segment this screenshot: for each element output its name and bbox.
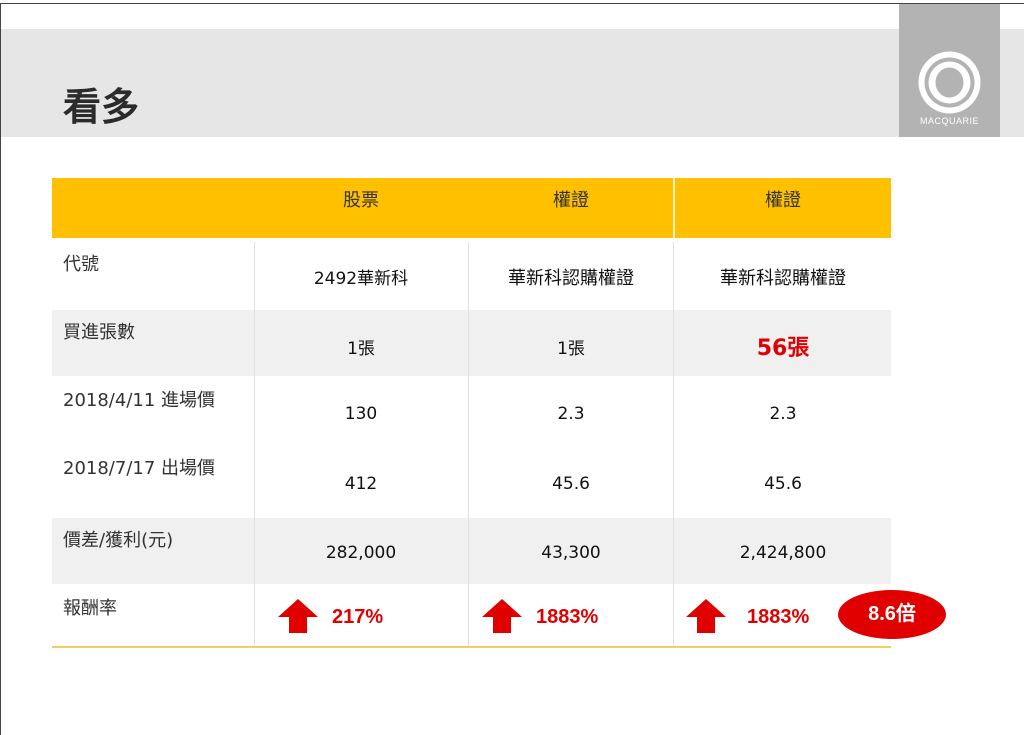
- header-warrant-1: 權證: [553, 190, 589, 211]
- macquarie-logo: MACQUARIE: [899, 4, 1000, 137]
- cell-value: 2.3: [557, 404, 585, 424]
- cell-value: 2492華新科: [313, 269, 409, 289]
- return-value: 217%: [332, 606, 384, 628]
- cell-value: 130: [344, 404, 378, 424]
- cell-value: 43,300: [541, 543, 601, 563]
- table-header-row: 股票 權證 權證: [52, 178, 891, 238]
- cell-value: 282,000: [325, 543, 397, 563]
- cell-value: 1張: [557, 339, 585, 359]
- row-label-code: 代號: [63, 254, 99, 275]
- table-row: 代號 2492華新科 華新科認購權證 華新科認購權證: [52, 242, 891, 308]
- header-band: [1, 29, 1024, 137]
- row-label-quantity: 買進張數: [63, 322, 135, 343]
- page-title: 看多: [63, 85, 140, 129]
- cell-value: 華新科認購權證: [720, 268, 846, 289]
- cell-value: 2,424,800: [739, 543, 827, 563]
- row-label-return: 報酬率: [63, 598, 117, 619]
- return-value: 1883%: [747, 606, 810, 628]
- multiplier-badge: 8.6倍: [838, 590, 946, 639]
- return-value: 1883%: [536, 606, 599, 628]
- header-stock: 股票: [343, 190, 379, 211]
- cell-value: 2.3: [769, 404, 797, 424]
- table-bottom-border: [52, 646, 891, 648]
- cell-value: 412: [344, 474, 378, 494]
- macquarie-ring-logo-icon: [918, 51, 981, 114]
- table-row: 買進張數 1張 1張 56張: [52, 310, 891, 376]
- cell-value: 華新科認購權證: [508, 268, 634, 289]
- column-divider: [468, 242, 469, 646]
- red-up-arrow-icon: [686, 599, 726, 633]
- table-row: 2018/4/11 進場價 130 2.3 2.3: [52, 378, 891, 444]
- row-label-exit-price: 2018/7/17 出場價: [63, 458, 216, 479]
- table-row: 2018/7/17 出場價 412 45.6 45.6: [52, 446, 891, 516]
- row-label-entry-price: 2018/4/11 進場價: [63, 390, 216, 411]
- slide-border-top: [0, 3, 1024, 4]
- cell-value: 45.6: [552, 474, 590, 494]
- red-up-arrow-icon: [278, 599, 318, 633]
- red-up-arrow-icon: [482, 599, 522, 633]
- logo-text: MACQUARIE: [919, 116, 979, 126]
- table-row: 價差/獲利(元) 282,000 43,300 2,424,800: [52, 518, 891, 584]
- column-divider: [673, 242, 674, 646]
- cell-value: 45.6: [764, 474, 802, 494]
- table-row: 報酬率 217% 1883% 1883%: [52, 586, 891, 646]
- cell-value-highlight: 56張: [756, 336, 810, 361]
- column-divider: [254, 242, 255, 646]
- cell-value: 1張: [347, 339, 375, 359]
- row-label-profit: 價差/獲利(元): [63, 530, 174, 551]
- header-warrant-2: 權證: [765, 190, 801, 211]
